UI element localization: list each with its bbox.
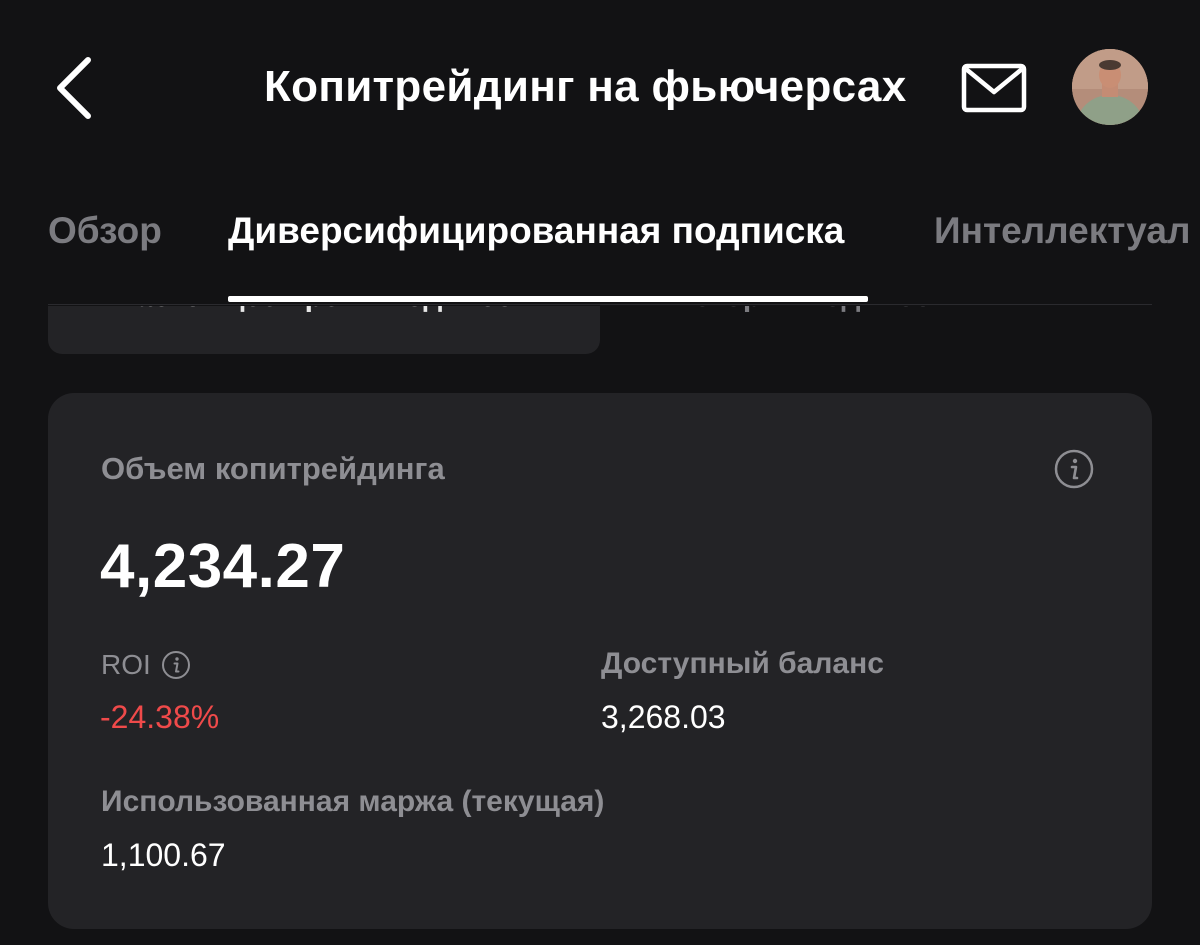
subtab-subscription-history[interactable]: История подписок: [672, 306, 1032, 326]
mail-icon: [961, 63, 1027, 113]
active-tab-indicator: [228, 296, 868, 302]
available-balance-value: 3,268.03: [601, 699, 726, 735]
used-margin-value: 1,100.67: [101, 837, 226, 873]
copy-trading-screen: Копитрейдинг на фьючерсах Обзор Диверсиф…: [0, 0, 1200, 945]
chevron-left-icon: [57, 57, 91, 119]
avatar-photo: [1072, 49, 1148, 125]
copy-trading-volume-label: Объем копитрейдинга: [101, 451, 445, 486]
available-balance-label: Доступный баланс: [601, 647, 884, 680]
tab-overview[interactable]: Обзор: [48, 210, 162, 252]
back-button[interactable]: [48, 52, 108, 124]
page-title: Копитрейдинг на фьючерсах: [264, 62, 907, 111]
tab-intellectual[interactable]: Интеллектуал: [934, 210, 1190, 252]
roi-label: ROI: [101, 649, 151, 680]
subtab-history-label: История подписок: [672, 306, 947, 314]
used-margin-label: Использованная маржа (текущая): [101, 785, 605, 818]
subtab-current-subscriptions[interactable]: В настоящее время подписок: [48, 306, 600, 354]
info-icon[interactable]: [1053, 448, 1095, 490]
user-avatar[interactable]: [1072, 49, 1148, 125]
copy-trading-summary-card: Объем копитрейдинга 4,234.27 ROI -24.38%…: [48, 393, 1152, 929]
tabs-divider: [48, 304, 1152, 305]
roi-value: -24.38%: [100, 699, 220, 735]
subtab-current-label: В настоящее время подписок: [88, 306, 529, 314]
tab-diversified-subscription[interactable]: Диверсифицированная подписка: [228, 210, 844, 252]
roi-info-icon[interactable]: [161, 650, 191, 680]
roi-label-group: ROI: [101, 647, 191, 683]
main-tabs: Обзор Диверсифицированная подписка Интел…: [0, 200, 1200, 264]
copy-trading-volume-value: 4,234.27: [100, 532, 346, 601]
mail-button[interactable]: [960, 62, 1028, 114]
